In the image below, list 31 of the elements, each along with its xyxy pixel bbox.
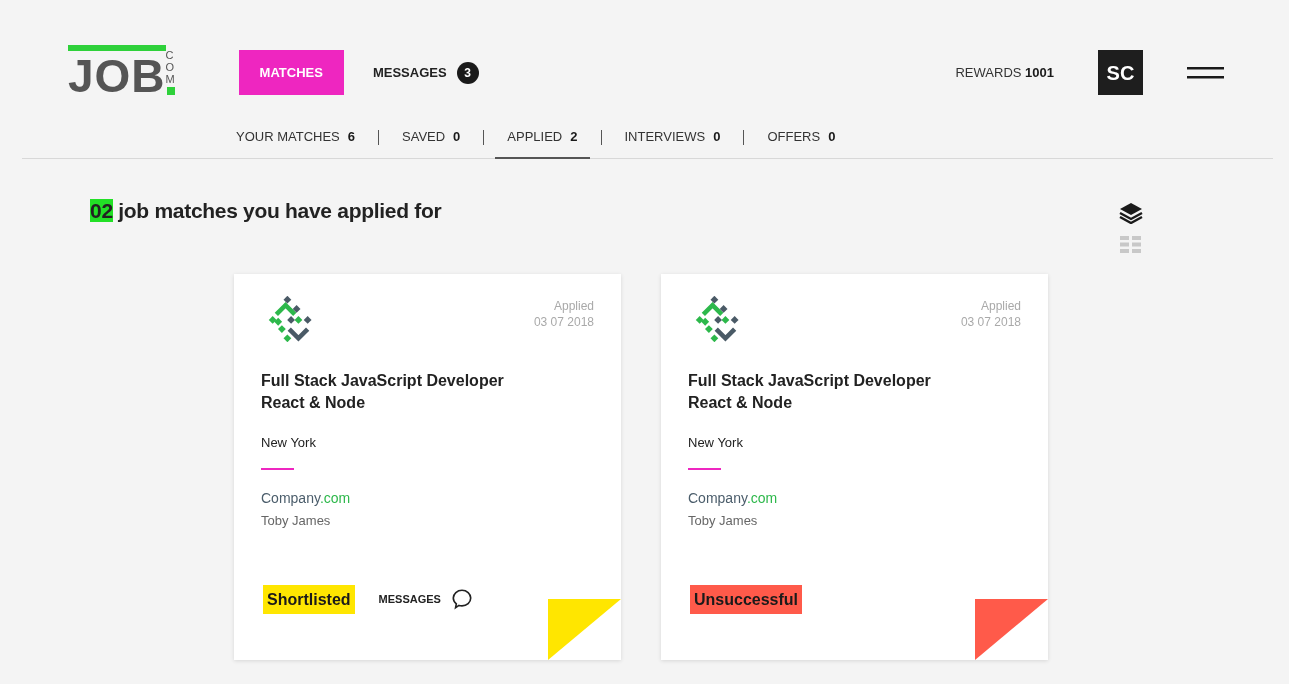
- messages-link[interactable]: MESSAGES: [378, 590, 441, 608]
- contact-name: Toby James: [688, 512, 759, 530]
- applied-date: 03 07 2018: [533, 313, 594, 330]
- applied-label: Applied: [552, 297, 594, 314]
- job-card[interactable]: Applied 03 07 2018 Full Stack JavaScript Developer React & Node New York Company.com Toby James Shortlisted MESSAGES: [234, 273, 621, 660]
- chat-bubble-icon[interactable]: [450, 588, 473, 610]
- nav-tab[interactable]: MATCHES: [238, 50, 344, 95]
- avatar[interactable]: SC: [1098, 50, 1143, 95]
- status-badge: Unsuccessful: [690, 584, 803, 614]
- filter-tab[interactable]: SAVED 0: [390, 117, 473, 159]
- contact-name: Toby James: [261, 512, 332, 530]
- layers-icon[interactable]: [1119, 202, 1143, 224]
- job-location: New York: [261, 433, 317, 452]
- message-count-badge: 3: [456, 61, 479, 84]
- status-badge: Shortlisted: [263, 584, 355, 614]
- filter-tab[interactable]: APPLIED 2: [495, 117, 590, 159]
- rewards[interactable]: REWARDS 1001: [955, 62, 1054, 83]
- job-title[interactable]: Full Stack JavaScript Developer React & Node: [261, 369, 594, 414]
- job-location: New York: [688, 433, 744, 452]
- menu-icon[interactable]: [1187, 66, 1224, 79]
- company-name: Company.com: [261, 489, 352, 508]
- nav-tab[interactable]: MESSAGES 3: [351, 50, 500, 95]
- page-heading: 02 job matches you have applied for: [90, 198, 443, 224]
- job-title[interactable]: Full Stack JavaScript Developer React & Node: [688, 369, 1021, 414]
- filter-tab[interactable]: INTERVIEWS 0: [612, 117, 733, 159]
- job-card[interactable]: Applied 03 07 2018 Full Stack JavaScript Developer React & Node New York Company.com Toby James Unsuccessful: [661, 273, 1048, 660]
- filter-tab[interactable]: OFFERS 0: [755, 117, 848, 159]
- filter-tab[interactable]: YOUR MATCHES 6: [224, 117, 367, 159]
- applied-label: Applied: [979, 297, 1021, 314]
- company-name: Company.com: [688, 489, 779, 508]
- applied-date: 03 07 2018: [960, 313, 1021, 330]
